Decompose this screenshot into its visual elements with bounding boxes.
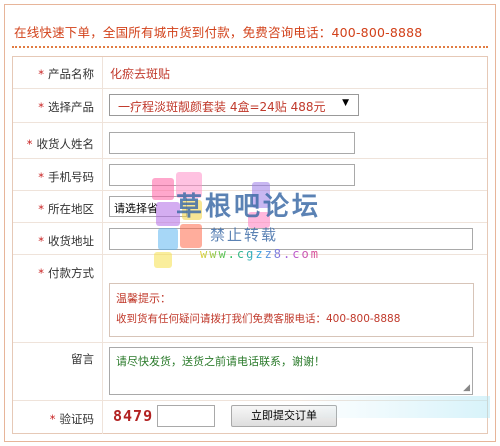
required-star: * [26, 137, 33, 151]
required-star: * [38, 266, 44, 280]
product-name-label: * 产品名称 [38, 67, 94, 81]
required-star: * [38, 202, 44, 216]
tip-title: 温馨提示： [116, 292, 171, 305]
watermark-subtitle: 禁止转载 [210, 226, 279, 244]
watermark-title: 草根吧论坛 [176, 192, 322, 222]
select-product-label: * 选择产品 [38, 100, 94, 114]
receiver-name-input[interactable] [109, 132, 355, 154]
row-message: 留言 请尽快发货，送货之前请电话联系，谢谢！ ◢ [13, 343, 487, 401]
captcha-input[interactable] [157, 405, 215, 427]
message-textarea[interactable]: 请尽快发货，送货之前请电话联系，谢谢！ ◢ [109, 347, 473, 395]
watermark-url: www.cgzz8.com [200, 247, 320, 261]
required-star: * [38, 67, 44, 81]
row-product-name: * 产品名称 化瘀去斑贴 [13, 57, 487, 89]
row-select-product: * 选择产品 一疗程淡斑靓颜套装 4盒=24贴 488元 ▼ [13, 89, 487, 123]
phone-label: * 手机号码 [38, 170, 94, 184]
order-banner: 在线快速下单，全国所有城市货到付款，免费咨询电话：400-800-8888 [14, 25, 423, 40]
captcha-label: * 验证码 [49, 412, 94, 426]
product-select[interactable]: 一疗程淡斑靓颜套装 4盒=24贴 488元 ▼ [109, 94, 359, 116]
required-star: * [49, 412, 56, 426]
tip-text: 收到货有任何疑问请拨打我们免费客服电话：400-800-8888 [116, 313, 401, 325]
dropdown-arrow-icon: ▼ [342, 98, 349, 108]
address-label: * 收货地址 [38, 234, 94, 248]
receiver-name-label: * 收货人姓名 [26, 137, 94, 151]
payment-tip-box: 温馨提示： 收到货有任何疑问请拨打我们免费客服电话：400-800-8888 [109, 283, 474, 337]
resize-grip-icon[interactable]: ◢ [463, 384, 470, 393]
watermark-haze [300, 396, 490, 418]
row-receiver-name: * 收货人姓名 [13, 123, 487, 159]
banner-divider [12, 46, 488, 48]
required-star: * [38, 170, 44, 184]
payment-label: * 付款方式 [38, 266, 94, 280]
product-name-value: 化瘀去斑贴 [110, 67, 171, 81]
captcha-image[interactable]: 8479 [113, 407, 153, 425]
message-label: 留言 [71, 352, 94, 366]
region-label: * 所在地区 [38, 202, 94, 216]
required-star: * [38, 234, 44, 248]
required-star: * [38, 100, 44, 114]
